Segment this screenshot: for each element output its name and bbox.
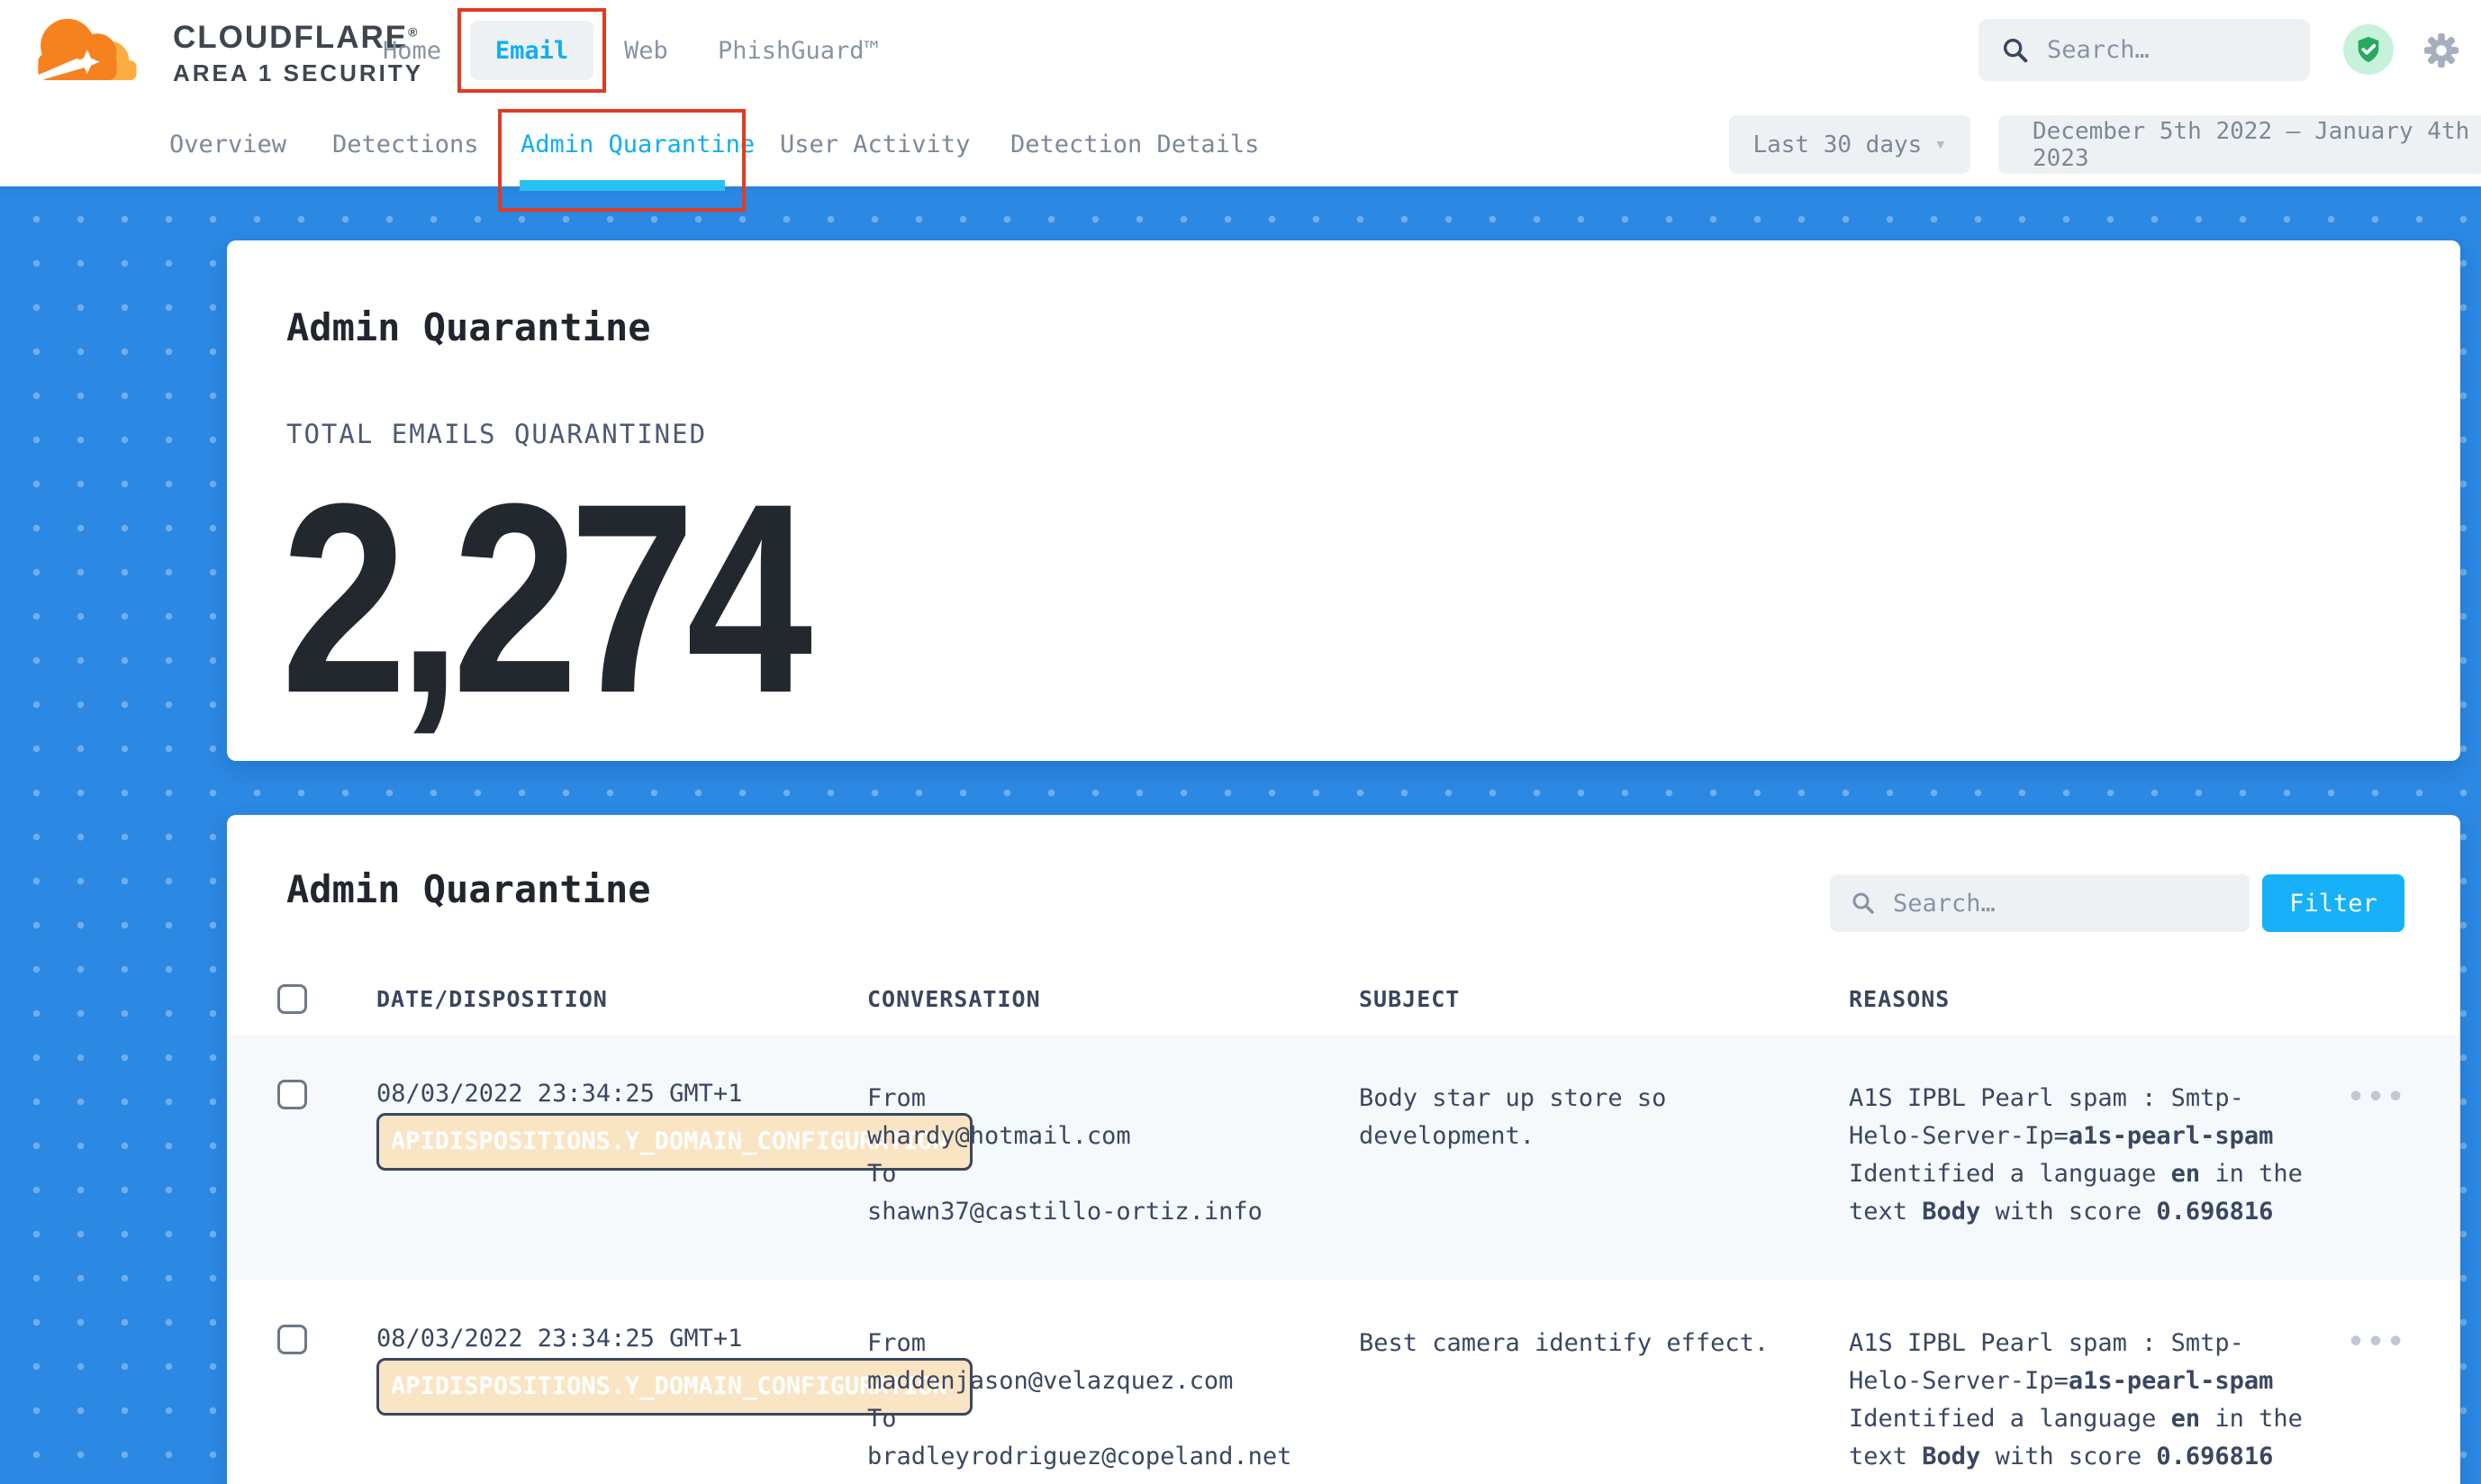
search-icon — [1850, 890, 1877, 917]
tab-overview[interactable]: Overview — [169, 102, 286, 186]
range-button-label: Last 30 days — [1752, 131, 1922, 158]
quarantine-card-title: Admin Quarantine — [286, 867, 651, 911]
row-date: 08/03/2022 23:34:25 GMT+1 — [376, 1080, 742, 1108]
gear-icon — [2421, 30, 2462, 71]
global-search-input[interactable] — [2047, 36, 2263, 64]
row-subject: Body star up store so development. — [1359, 1080, 1809, 1155]
row-actions-menu-icon[interactable]: ••• — [2348, 1326, 2407, 1358]
email-subnav: Overview Detections Admin Quarantine Use… — [0, 102, 2481, 186]
row-checkbox[interactable] — [277, 1080, 307, 1109]
active-tab-underline — [520, 180, 725, 191]
table-row: 08/03/2022 23:34:25 GMT+1 APIDISPOSITION… — [227, 1280, 2460, 1484]
filter-button[interactable]: Filter — [2262, 874, 2404, 932]
date-range-display[interactable]: December 5th 2022 — January 4th 2023 — [1998, 115, 2481, 174]
app-header: CLOUDFLARE® AREA 1 SECURITY Home Email W… — [0, 0, 2481, 102]
settings-button[interactable] — [2421, 30, 2462, 71]
security-status-badge[interactable] — [2343, 24, 2394, 75]
search-icon — [2000, 35, 2031, 66]
from-label: From — [867, 1080, 1263, 1118]
from-address: maddenjason@velazquez.com — [867, 1362, 1291, 1400]
annotation-box-email: Email — [457, 8, 606, 93]
nav-item-phishguard[interactable]: PhishGuard™ — [718, 0, 879, 102]
row-subject: Best camera identify effect. — [1359, 1325, 1809, 1362]
metric-value: 2,274 — [281, 457, 803, 740]
metric-label: TOTAL EMAILS QUARANTINED — [286, 419, 707, 449]
select-all-checkbox[interactable] — [277, 984, 307, 1014]
summary-card-title: Admin Quarantine — [286, 305, 651, 349]
page-background: Admin Quarantine TOTAL EMAILS QUARANTINE… — [0, 186, 2481, 1484]
nav-item-home[interactable]: Home — [383, 0, 441, 102]
annotation-box-admin-quarantine — [498, 109, 746, 212]
brand-name: CLOUDFLARE — [173, 20, 408, 55]
row-date: 08/03/2022 23:34:25 GMT+1 — [376, 1325, 742, 1353]
column-header-reasons: REASONS — [1849, 981, 1950, 1017]
table-search-box[interactable] — [1830, 874, 2250, 932]
tab-user-activity[interactable]: User Activity — [780, 102, 970, 186]
row-conversation: From whardy@hotmail.com To shawn37@casti… — [867, 1080, 1263, 1231]
column-header-subject: SUBJECT — [1359, 981, 1460, 1017]
row-conversation: From maddenjason@velazquez.com To bradle… — [867, 1325, 1291, 1476]
quarantine-card: Admin Quarantine Filter DATE/DISPOSITION… — [227, 815, 2460, 1484]
shield-check-icon — [2353, 34, 2384, 65]
caret-down-icon: ▾ — [1934, 133, 1946, 156]
date-range-preset-button[interactable]: Last 30 days ▾ — [1729, 115, 1970, 174]
nav-item-email[interactable]: Email — [470, 21, 593, 80]
to-address: bradleyrodriguez@copeland.net — [867, 1438, 1291, 1476]
summary-card: Admin Quarantine TOTAL EMAILS QUARANTINE… — [227, 240, 2460, 761]
tab-detection-details[interactable]: Detection Details — [1010, 102, 1259, 186]
row-actions-menu-icon[interactable]: ••• — [2348, 1081, 2407, 1113]
from-label: From — [867, 1325, 1291, 1362]
cloudflare-logo-icon — [23, 9, 158, 90]
row-reasons: A1S IPBL Pearl spam : Smtp-Helo-Server-I… — [1849, 1080, 2313, 1231]
column-header-conversation: CONVERSATION — [867, 981, 1041, 1017]
to-address: shawn37@castillo-ortiz.info — [867, 1193, 1263, 1231]
from-address: whardy@hotmail.com — [867, 1118, 1263, 1155]
to-label: To — [867, 1155, 1263, 1193]
to-label: To — [867, 1400, 1291, 1438]
tab-detections[interactable]: Detections — [332, 102, 479, 186]
table-search-input[interactable] — [1893, 890, 2181, 918]
row-reasons: A1S IPBL Pearl spam : Smtp-Helo-Server-I… — [1849, 1325, 2313, 1476]
column-header-date-disposition: DATE/DISPOSITION — [376, 981, 608, 1017]
table-row: 08/03/2022 23:34:25 GMT+1 APIDISPOSITION… — [227, 1035, 2460, 1280]
date-range-text: December 5th 2022 — January 4th 2023 — [2033, 118, 2481, 172]
global-search-box[interactable] — [1978, 19, 2310, 81]
row-checkbox[interactable] — [277, 1325, 307, 1354]
nav-item-web[interactable]: Web — [624, 0, 668, 102]
